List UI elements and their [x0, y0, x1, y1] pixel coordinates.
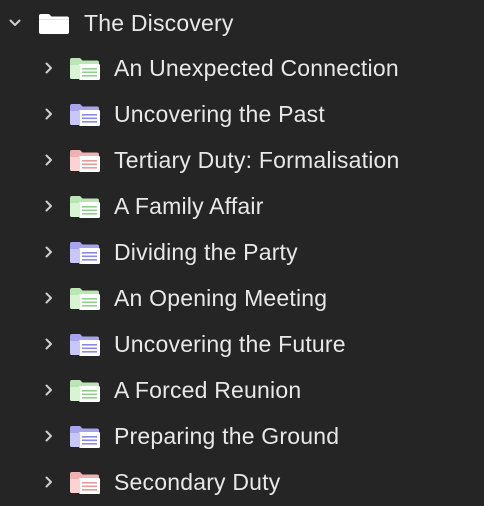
chevron-right-icon[interactable] [42, 337, 56, 351]
chapter-folder-icon [70, 58, 100, 80]
outline-row-uncovering-the-past[interactable]: Uncovering the Past [0, 91, 325, 137]
chevron-right-icon[interactable] [42, 107, 56, 121]
folder-icon [39, 14, 69, 34]
outline-row-label: Uncovering the Future [114, 330, 346, 357]
chapter-folder-icon [70, 288, 100, 310]
chapter-folder-icon [70, 196, 100, 218]
outline-row-a-family-affair[interactable]: A Family Affair [0, 183, 264, 229]
chevron-down-icon[interactable] [8, 16, 22, 30]
chevron-right-icon[interactable] [42, 429, 56, 443]
chapter-folder-icon [70, 104, 100, 126]
outline-row-label: Preparing the Ground [114, 422, 340, 449]
chapter-folder-icon [70, 334, 100, 356]
outline-row-an-opening-meeting[interactable]: An Opening Meeting [0, 275, 327, 321]
chapter-folder-icon [70, 426, 100, 448]
binder-outline: The Discovery An Unexpected Connection U… [0, 0, 484, 506]
chevron-right-icon[interactable] [42, 61, 56, 75]
outline-row-secondary-duty[interactable]: Secondary Duty [0, 459, 280, 505]
chevron-right-icon[interactable] [42, 199, 56, 213]
outline-row-label: Dividing the Party [114, 238, 298, 265]
chapter-folder-icon [70, 150, 100, 172]
outline-row-dividing-the-party[interactable]: Dividing the Party [0, 229, 298, 275]
outline-row-label: A Family Affair [114, 192, 264, 219]
chevron-right-icon[interactable] [42, 291, 56, 305]
outline-row-label: An Unexpected Connection [114, 54, 399, 81]
outline-row-tertiary-duty-formalisation[interactable]: Tertiary Duty: Formalisation [0, 137, 400, 183]
outline-row-a-forced-reunion[interactable]: A Forced Reunion [0, 367, 301, 413]
chevron-right-icon[interactable] [42, 245, 56, 259]
chapter-folder-icon [70, 242, 100, 264]
outline-row-label: Secondary Duty [114, 468, 281, 495]
outline-row-label: A Forced Reunion [114, 376, 302, 403]
chevron-right-icon[interactable] [42, 153, 56, 167]
outline-row-the-discovery[interactable]: The Discovery [0, 0, 234, 46]
outline-row-label: An Opening Meeting [114, 284, 328, 311]
outline-row-label: The Discovery [84, 9, 234, 36]
chapter-folder-icon [70, 472, 100, 494]
outline-row-label: Tertiary Duty: Formalisation [114, 146, 400, 173]
chevron-right-icon[interactable] [42, 383, 56, 397]
outline-row-preparing-the-ground[interactable]: Preparing the Ground [0, 413, 339, 459]
outline-row-an-unexpected-connection[interactable]: An Unexpected Connection [0, 45, 399, 91]
outline-row-uncovering-the-future[interactable]: Uncovering the Future [0, 321, 346, 367]
outline-row-label: Uncovering the Past [114, 100, 325, 127]
chevron-right-icon[interactable] [42, 475, 56, 489]
chapter-folder-icon [70, 380, 100, 402]
